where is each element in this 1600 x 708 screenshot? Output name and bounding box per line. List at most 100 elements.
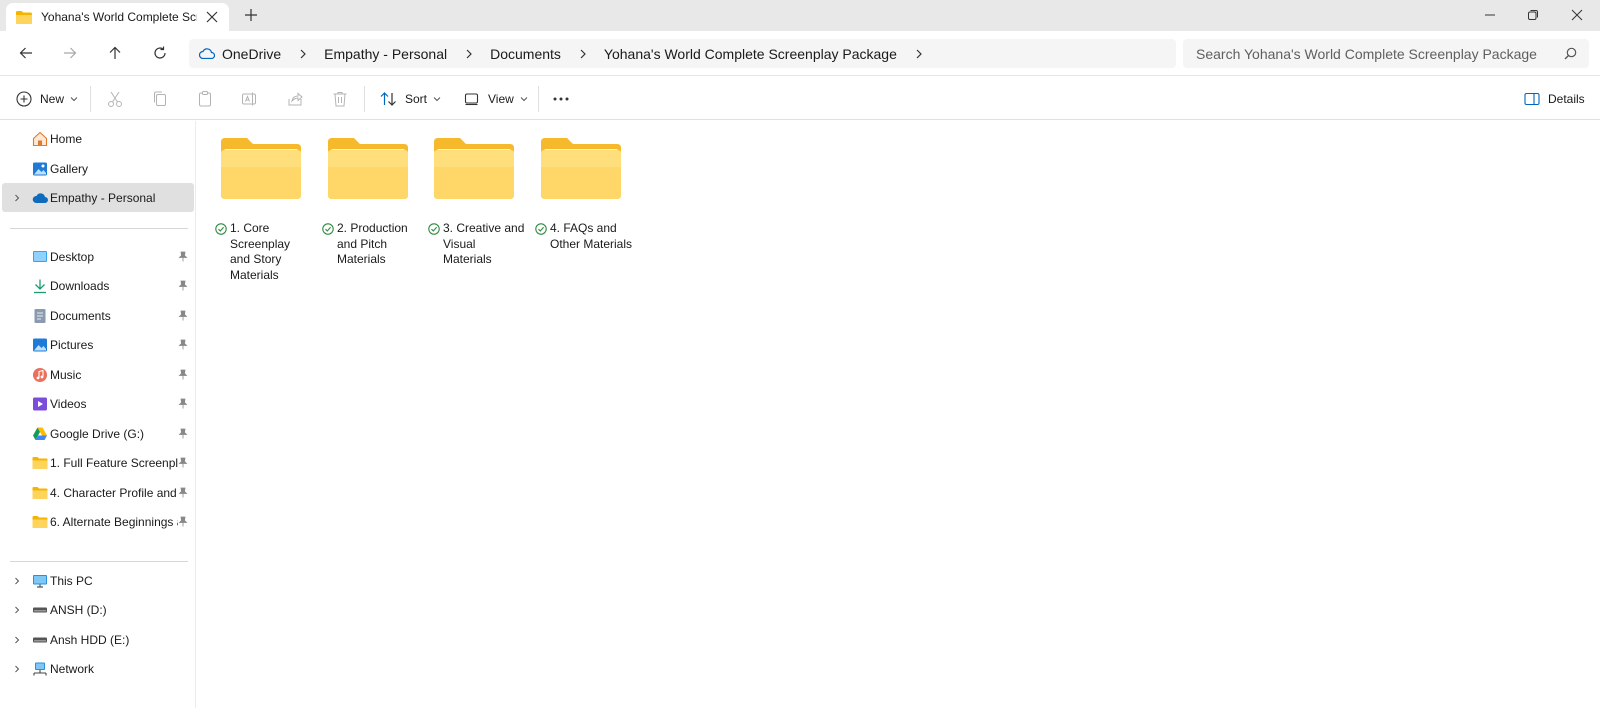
chevron-right-icon[interactable] — [298, 49, 308, 59]
search-input[interactable] — [1196, 45, 1556, 62]
close-window-button[interactable] — [1567, 5, 1587, 25]
sidebar-item-full-feature-screenplay[interactable]: 1. Full Feature Screenplay — [2, 448, 194, 477]
downloads-icon — [34, 279, 46, 293]
sort-label: Sort — [405, 92, 428, 106]
chevron-right-icon[interactable] — [578, 49, 588, 59]
folder-icon — [541, 138, 621, 199]
details-button[interactable]: Details — [1524, 88, 1585, 110]
command-bar: New Sort View Details — [0, 77, 1600, 120]
pin-icon[interactable] — [178, 339, 188, 350]
breadcrumb[interactable]: OneDrive Empathy - Personal Documents Yo… — [189, 39, 1176, 68]
pin-icon[interactable] — [178, 428, 188, 439]
forward-button[interactable] — [60, 43, 80, 63]
sidebar-item-label: Empathy - Personal — [50, 190, 156, 205]
copy-icon[interactable] — [151, 90, 169, 108]
address-row: OneDrive Empathy - Personal Documents Yo… — [0, 31, 1600, 76]
view-icon — [464, 93, 479, 106]
sidebar-item-google-drive[interactable]: Google Drive (G:) — [2, 419, 194, 448]
sidebar-item-character-profile[interactable]: 4. Character Profile and Tra — [2, 478, 194, 507]
breadcrumb-documents[interactable]: Documents — [490, 46, 561, 62]
chevron-right-icon[interactable] — [13, 665, 21, 673]
sidebar-item-music[interactable]: Music — [2, 360, 194, 389]
sort-button[interactable]: Sort — [380, 88, 441, 110]
restore-button[interactable] — [1523, 5, 1543, 25]
rename-icon[interactable] — [241, 90, 259, 108]
folder-icon — [32, 456, 48, 469]
sidebar-item-documents[interactable]: Documents — [2, 301, 194, 330]
music-icon — [33, 367, 47, 382]
share-icon[interactable] — [286, 90, 304, 108]
sidebar-divider — [10, 561, 188, 562]
sidebar-item-ansh-hdd-e[interactable]: Ansh HDD (E:) — [2, 625, 194, 654]
documents-icon — [34, 308, 46, 323]
sidebar-item-videos[interactable]: Videos — [2, 389, 194, 418]
close-icon[interactable] — [205, 10, 219, 24]
pin-icon[interactable] — [178, 310, 188, 321]
google-drive-icon — [33, 427, 47, 440]
pin-icon[interactable] — [178, 457, 188, 468]
sidebar-item-label: Videos — [50, 396, 87, 411]
arrow-up-icon — [109, 46, 121, 59]
refresh-icon — [154, 46, 166, 59]
view-label: View — [488, 92, 514, 106]
sidebar-item-this-pc[interactable]: This PC — [2, 566, 194, 595]
pin-icon[interactable] — [178, 398, 188, 409]
sidebar-divider — [10, 228, 188, 229]
breadcrumb-current-folder[interactable]: Yohana's World Complete Screenplay Packa… — [604, 46, 897, 62]
sidebar-item-label: Ansh HDD (E:) — [50, 632, 130, 647]
sidebar-item-label: Desktop — [50, 249, 95, 264]
refresh-button[interactable] — [150, 43, 170, 63]
sidebar-item-label: 4. Character Profile and Tra — [50, 485, 178, 500]
toolbar-divider — [364, 86, 365, 112]
back-button[interactable] — [16, 43, 36, 63]
plus-icon[interactable] — [244, 8, 258, 22]
chevron-right-icon[interactable] — [464, 49, 474, 59]
onedrive-icon — [32, 192, 48, 203]
pin-icon[interactable] — [178, 369, 188, 380]
breadcrumb-onedrive[interactable]: OneDrive — [222, 46, 281, 62]
pin-icon[interactable] — [178, 280, 188, 291]
restore-icon — [1528, 10, 1538, 20]
minimize-button[interactable] — [1480, 5, 1500, 25]
sort-icon — [380, 92, 396, 106]
desktop-icon — [33, 250, 47, 262]
home-icon — [32, 131, 48, 146]
chevron-right-icon[interactable] — [13, 194, 21, 202]
chevron-right-icon[interactable] — [914, 49, 924, 59]
sidebar-item-pictures[interactable]: Pictures — [2, 330, 194, 359]
sidebar-item-label: 6. Alternate Beginnings an — [50, 514, 178, 529]
sidebar-item-network[interactable]: Network — [2, 654, 194, 683]
delete-icon[interactable] — [331, 90, 349, 108]
close-icon — [1571, 9, 1583, 21]
sidebar-item-label: Documents — [50, 308, 111, 323]
sidebar-item-home[interactable]: Home — [2, 124, 194, 153]
cut-icon[interactable] — [106, 90, 124, 108]
breadcrumb-empathy-personal[interactable]: Empathy - Personal — [324, 46, 447, 62]
sidebar-item-ansh-d[interactable]: ANSH (D:) — [2, 595, 194, 624]
new-button[interactable]: New — [16, 88, 78, 110]
sidebar-item-label: Music — [50, 367, 82, 382]
tab-title: Yohana's World Complete Screenplay Packa… — [41, 10, 197, 24]
chevron-right-icon[interactable] — [13, 577, 21, 585]
up-button[interactable] — [105, 43, 125, 63]
sidebar-item-desktop[interactable]: Desktop — [2, 242, 194, 271]
more-options-icon[interactable] — [552, 90, 570, 108]
chevron-right-icon[interactable] — [13, 606, 21, 614]
chevron-right-icon[interactable] — [13, 636, 21, 644]
search-box[interactable] — [1183, 39, 1589, 68]
pin-icon[interactable] — [178, 487, 188, 498]
sidebar-item-label: This PC — [50, 573, 93, 588]
sidebar-item-gallery[interactable]: Gallery — [2, 154, 194, 183]
chevron-down-icon — [433, 97, 441, 102]
sidebar-item-alternate-beginnings[interactable]: 6. Alternate Beginnings an — [2, 507, 194, 536]
plus-circle-icon — [16, 91, 32, 107]
paste-icon[interactable] — [196, 90, 214, 108]
search-icon[interactable] — [1564, 47, 1577, 60]
view-button[interactable]: View — [464, 88, 528, 110]
tab-current[interactable]: Yohana's World Complete Screenplay Packa… — [6, 3, 229, 31]
pin-icon[interactable] — [178, 251, 188, 262]
videos-icon — [33, 397, 47, 410]
pin-icon[interactable] — [178, 516, 188, 527]
sidebar-item-downloads[interactable]: Downloads — [2, 271, 194, 300]
sidebar-item-empathy-personal[interactable]: Empathy - Personal — [2, 183, 194, 212]
